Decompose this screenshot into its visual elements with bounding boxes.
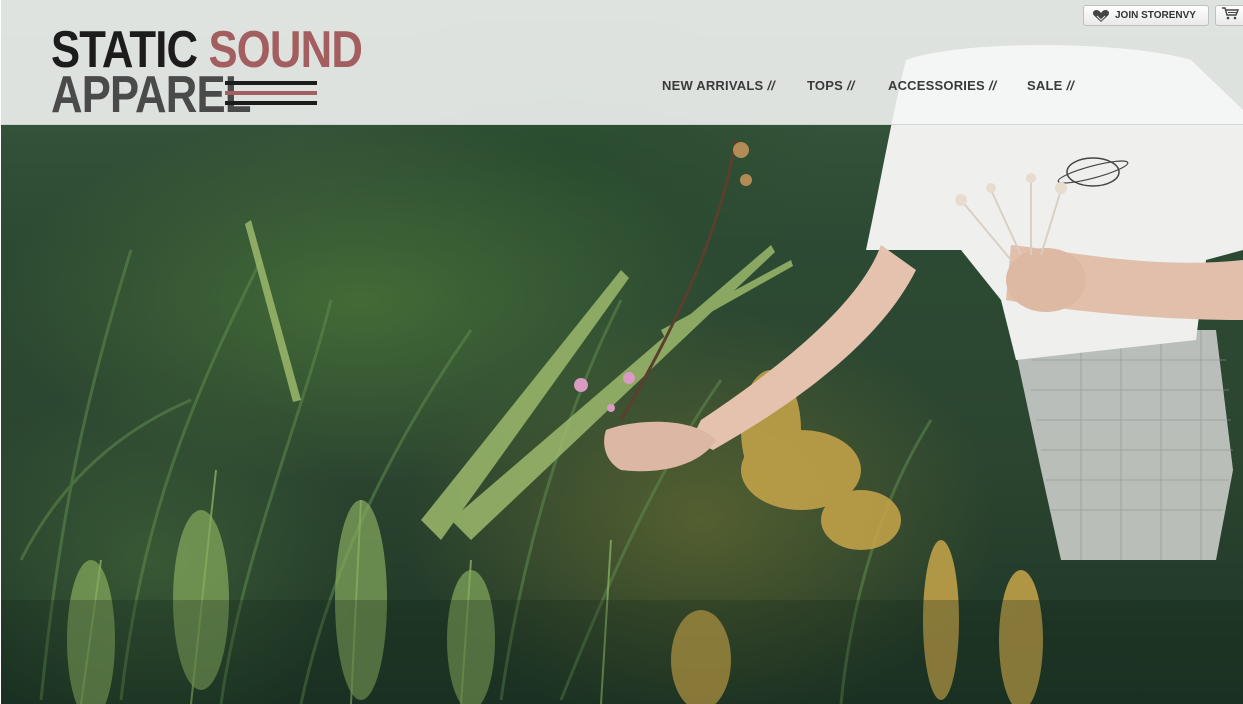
nav-sale[interactable]: SALE//	[1027, 78, 1074, 93]
store-logo[interactable]: STATIC SOUND APPAREL	[51, 24, 363, 121]
nav-separator: //	[988, 78, 997, 93]
nav-tops-label: TOPS	[807, 78, 843, 93]
nav-accessories-label: ACCESSORIES	[888, 78, 985, 93]
nav-separator: //	[1066, 78, 1075, 93]
main-navigation: NEW ARRIVALS// TOPS// ACCESSORIES// SALE…	[1, 78, 1243, 98]
nav-new-arrivals[interactable]: NEW ARRIVALS//	[662, 78, 775, 93]
nav-sale-label: SALE	[1027, 78, 1063, 93]
nav-separator: //	[767, 78, 775, 93]
page: STATIC SOUND APPAREL NEW ARRIVALS// TOPS…	[0, 0, 1243, 704]
nav-tops[interactable]: TOPS//	[807, 78, 855, 93]
nav-accessories[interactable]: ACCESSORIES//	[888, 78, 996, 93]
join-storenvy-button[interactable]: JOIN STORENVY	[1083, 5, 1209, 26]
cart-icon	[1221, 6, 1239, 25]
join-storenvy-label: JOIN STORENVY	[1115, 10, 1196, 21]
nav-new-arrivals-label: NEW ARRIVALS	[662, 78, 764, 93]
site-header: STATIC SOUND APPAREL NEW ARRIVALS// TOPS…	[1, 0, 1243, 125]
cart-button[interactable]	[1215, 5, 1243, 26]
nav-separator: //	[846, 78, 855, 93]
heart-icon	[1092, 9, 1110, 23]
logo-stripe-dark	[225, 101, 317, 105]
